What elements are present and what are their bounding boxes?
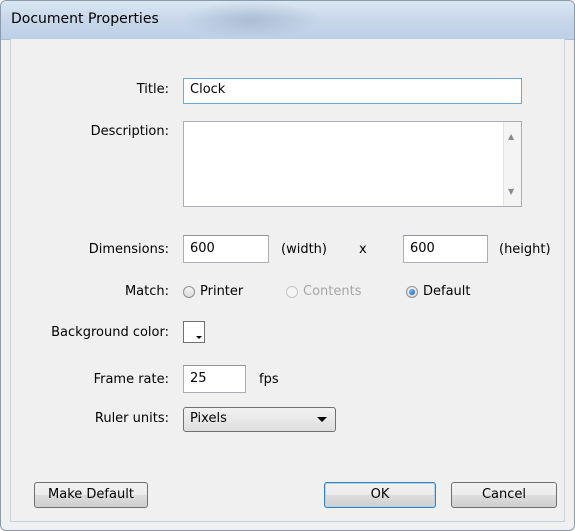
chevron-down-icon	[317, 417, 327, 422]
title-input[interactable]: Clock	[183, 78, 522, 104]
background-color-label: Background color:	[51, 325, 169, 340]
title-label: Title:	[136, 82, 169, 97]
width-input[interactable]: 600	[183, 235, 269, 263]
frame-rate-unit: fps	[259, 372, 279, 387]
height-input[interactable]: 600	[403, 235, 488, 263]
radio-checked-icon	[406, 285, 418, 298]
background-color-swatch[interactable]	[183, 321, 205, 343]
match-printer-label: Printer	[200, 284, 244, 299]
match-printer-radio[interactable]: Printer	[183, 284, 243, 299]
dimensions-label: Dimensions:	[88, 242, 169, 257]
height-unit-label: (height)	[499, 242, 551, 257]
ruler-units-label: Ruler units:	[94, 411, 169, 426]
scroll-down-icon[interactable]: ▼	[508, 187, 514, 196]
dimension-separator: x	[359, 242, 367, 257]
scroll-up-icon[interactable]: ▲	[508, 132, 514, 141]
document-properties-dialog: Document Properties Title: Clock Descrip…	[0, 0, 575, 531]
frame-rate-input[interactable]: 25	[183, 365, 246, 393]
cancel-button[interactable]: Cancel	[451, 482, 557, 508]
radio-disabled-icon	[286, 285, 298, 298]
description-textarea[interactable]: ▲ ▼	[183, 121, 522, 207]
description-scrollbar[interactable]: ▲ ▼	[503, 122, 521, 206]
make-default-button[interactable]: Make Default	[34, 482, 148, 508]
ruler-units-select[interactable]: Pixels	[183, 407, 336, 432]
width-unit-label: (width)	[281, 242, 327, 257]
match-contents-radio: Contents	[286, 284, 361, 299]
frame-rate-label: Frame rate:	[93, 372, 169, 387]
dropdown-triangle-icon	[196, 336, 202, 339]
match-default-radio[interactable]: Default	[406, 284, 471, 299]
title-bar-glass	[181, 1, 321, 39]
title-bar[interactable]: Document Properties	[1, 1, 574, 40]
ruler-units-value: Pixels	[190, 411, 227, 426]
match-label: Match:	[124, 284, 169, 299]
description-label: Description:	[90, 124, 169, 139]
ok-button[interactable]: OK	[324, 482, 436, 508]
radio-unchecked-icon	[183, 285, 195, 298]
dialog-body: Title: Clock Description: ▲ ▼ Dimensions…	[10, 39, 565, 522]
match-contents-label: Contents	[303, 284, 362, 299]
dialog-title: Document Properties	[11, 11, 159, 27]
match-default-label: Default	[423, 284, 471, 299]
